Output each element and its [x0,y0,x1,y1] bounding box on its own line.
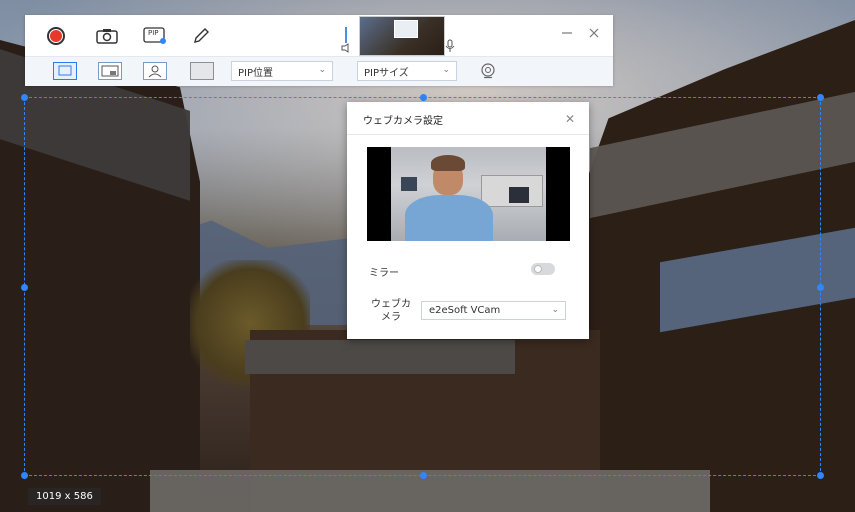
chevron-down-icon: ⌄ [442,65,450,75]
dialog-close-icon[interactable]: ✕ [565,112,575,126]
mirror-toggle[interactable] [531,263,555,275]
resize-handle-br[interactable] [817,472,824,479]
dialog-title: ウェブカメラ設定 [363,116,443,127]
mic-icon[interactable] [445,39,455,53]
pip-position-label: PIP位置 [238,67,274,79]
webcam-settings-dialog: ウェブカメラ設定 ✕ ミラー ウェブカメラ e2eSoft VCam ⌄ [347,102,589,339]
pip-thumbnail-overlay [394,20,418,38]
annotate-button[interactable] [191,26,211,46]
resize-handle-bl[interactable] [21,472,28,479]
webcam-label: ウェブカメラ [371,299,411,323]
volume-level[interactable] [345,27,347,43]
camera-icon [96,29,118,44]
layout-person-button[interactable] [143,62,167,80]
toolbar-bottom-row: PIP位置 ⌄ PIPサイズ ⌄ [25,56,613,86]
dialog-divider [347,134,589,135]
pip-button[interactable]: PIP [143,26,167,46]
resize-handle-left[interactable] [21,284,28,291]
resize-handle-bottom[interactable] [420,472,427,479]
close-icon[interactable] [588,27,600,39]
webcam-preview [367,147,570,241]
minimize-icon[interactable] [561,27,573,39]
pip-size-dropdown[interactable]: PIPサイズ ⌄ [357,61,457,81]
toolbar-top-row: PIP [25,15,613,56]
pip-badge-label: PIP [148,29,159,37]
mirror-label: ミラー [369,268,399,279]
capture-size-label: 1019 x 586 [28,488,101,505]
resize-handle-tr[interactable] [817,94,824,101]
layout-full-icon [58,65,72,76]
chevron-down-icon: ⌄ [551,305,559,315]
pip-preview-thumbnail[interactable] [359,16,445,56]
layout-full-button[interactable] [53,62,77,80]
resize-handle-tl[interactable] [21,94,28,101]
mirror-toggle-knob [534,265,542,273]
background-road [150,470,710,512]
record-icon [47,27,65,45]
webcam-selected-value: e2eSoft VCam [429,305,501,316]
layout-pip-right-button[interactable] [98,62,122,80]
pip-size-label: PIPサイズ [364,67,409,79]
pip-position-dropdown[interactable]: PIP位置 ⌄ [231,61,333,81]
layout-person-icon [148,65,162,78]
webcam-select[interactable]: e2eSoft VCam ⌄ [421,301,566,320]
resize-handle-right[interactable] [817,284,824,291]
layout-blank-button[interactable] [190,62,214,80]
screenshot-button[interactable] [95,27,119,45]
chevron-down-icon: ⌄ [318,65,326,75]
recorder-toolbar: PIP PIP位置 ⌄ PIPサイズ ⌄ [25,15,613,86]
speaker-icon[interactable] [341,43,353,53]
webcam-icon[interactable] [480,63,496,79]
layout-pip-right-icon [101,65,119,77]
webcam-preview-image [391,147,546,241]
resize-handle-top[interactable] [420,94,427,101]
pencil-icon [194,28,209,43]
record-button[interactable] [45,25,67,47]
